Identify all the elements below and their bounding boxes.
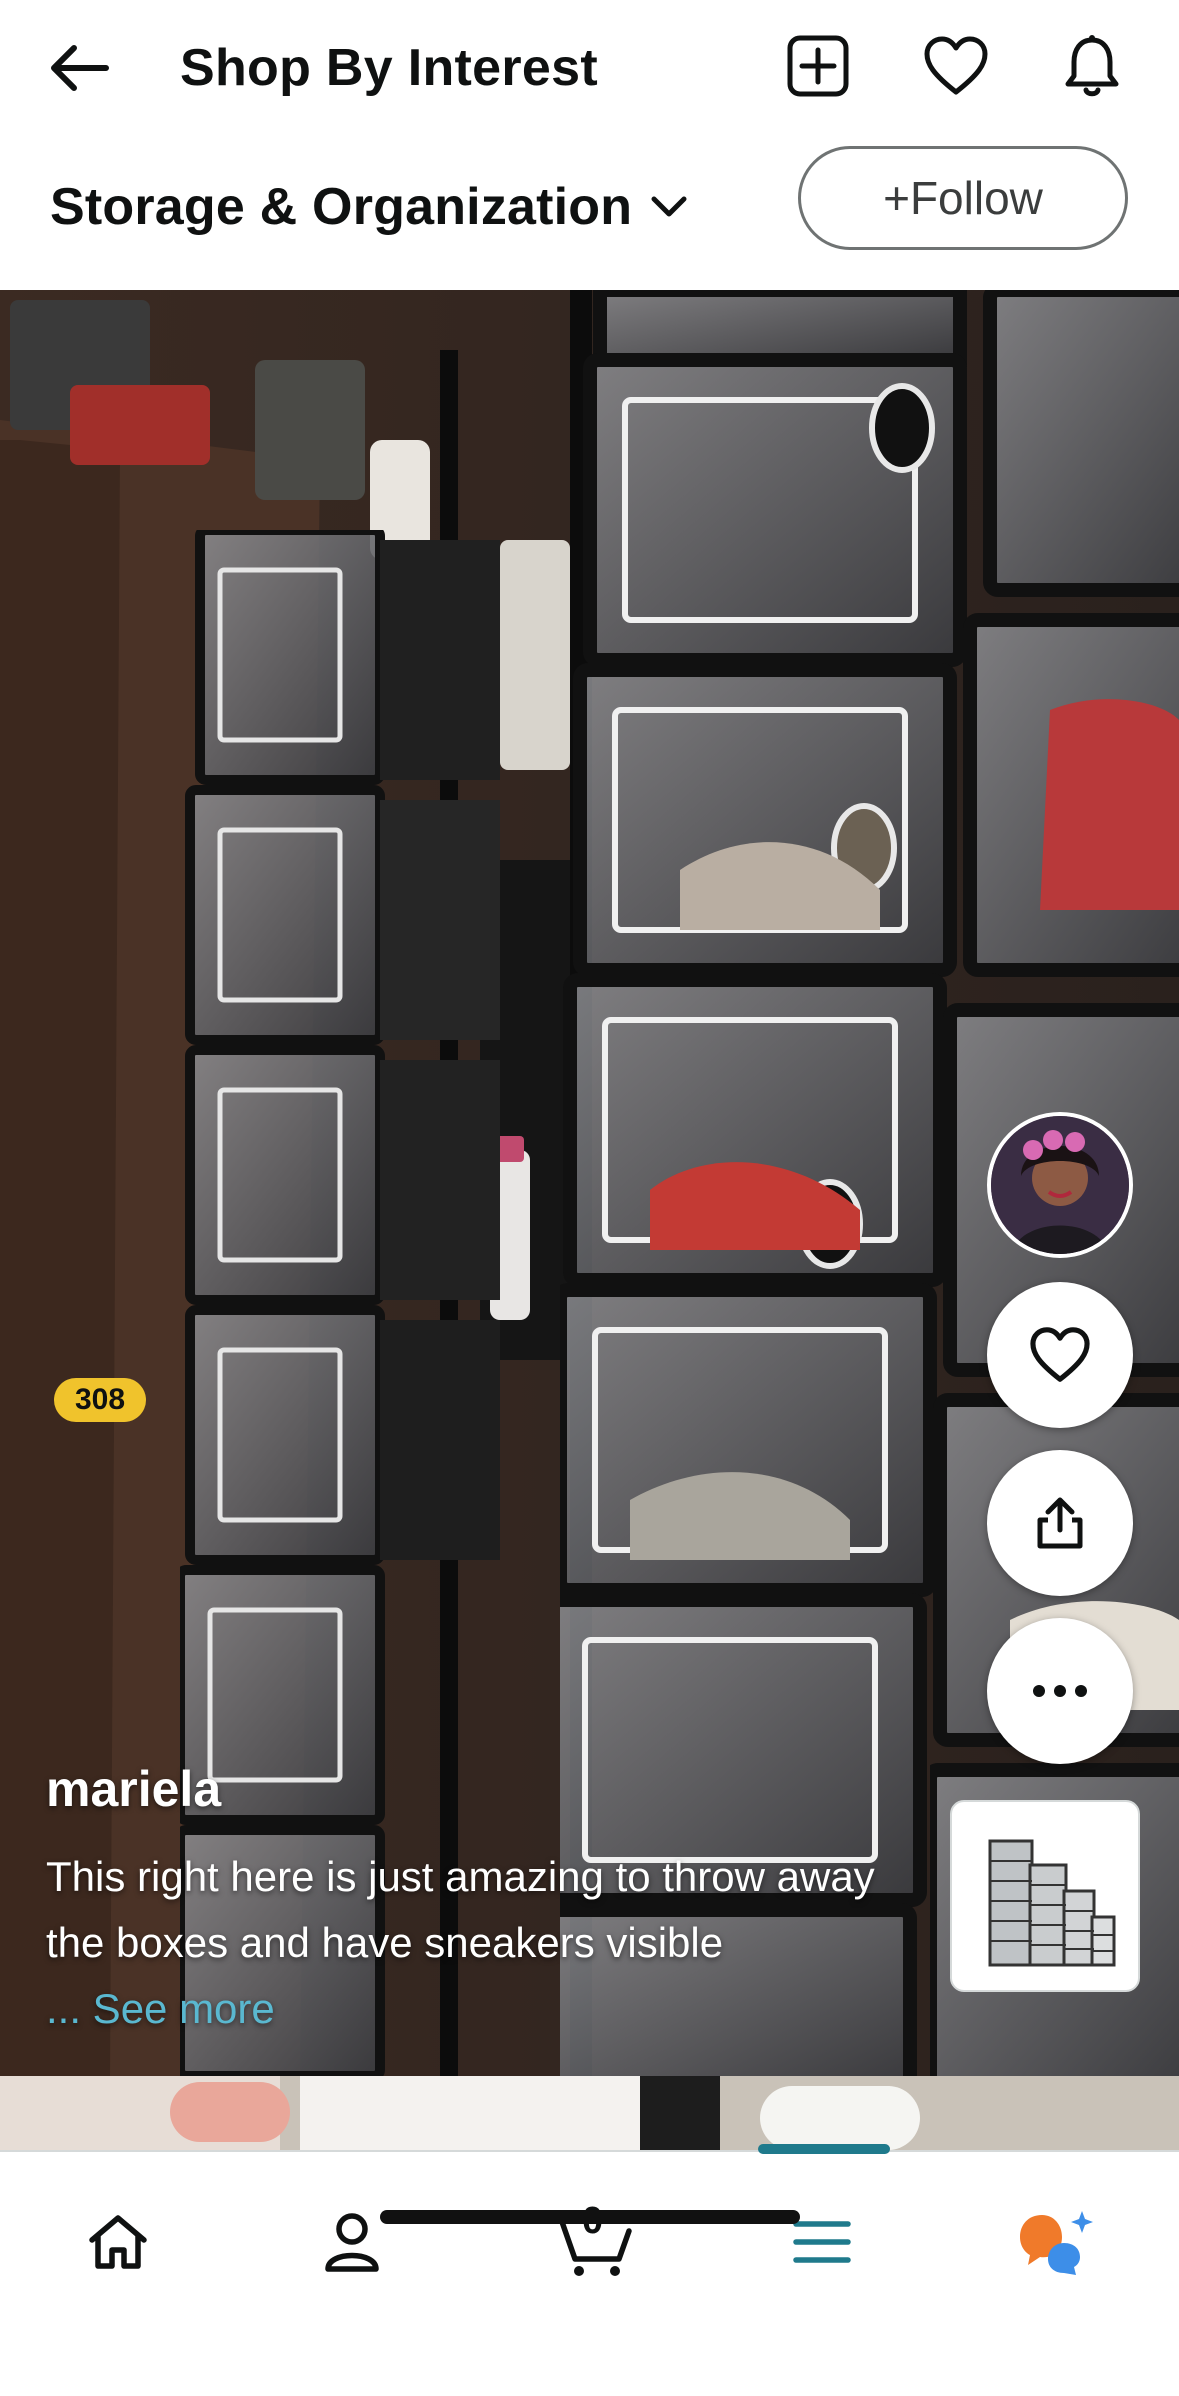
heart-icon [1030, 1327, 1090, 1382]
menu-icon [793, 2221, 851, 2263]
chevron-down-icon [651, 196, 687, 217]
person-icon [325, 2213, 379, 2272]
nav-menu[interactable] [762, 2192, 882, 2292]
active-tab-indicator [758, 2144, 890, 2154]
nav-cart[interactable]: 0 [530, 2192, 650, 2292]
interest-label: Storage & Organization [50, 178, 633, 236]
share-button[interactable] [987, 1450, 1133, 1596]
home-indicator [380, 2210, 800, 2224]
interest-dropdown[interactable]: Storage & Organization [50, 164, 688, 250]
top-bar: Shop By Interest [0, 0, 1179, 136]
nav-home[interactable] [58, 2192, 178, 2292]
add-post-button[interactable] [780, 28, 856, 104]
author-avatar[interactable] [987, 1112, 1133, 1258]
share-icon [1037, 1497, 1083, 1549]
see-more-link[interactable]: ... See more [46, 1976, 906, 2042]
post-author[interactable]: mariela [46, 1760, 906, 1818]
bottom-navigation: 0 [0, 2144, 1179, 2396]
notifications-button[interactable] [1054, 28, 1130, 104]
like-button[interactable] [987, 1282, 1133, 1428]
caption-text: This right here is just amazing to throw… [46, 1853, 875, 1966]
home-icon [89, 2215, 147, 2269]
back-arrow-icon [51, 45, 109, 91]
nav-rufus-assistant[interactable] [996, 2192, 1116, 2292]
favorites-button[interactable] [918, 28, 994, 104]
bell-icon [1065, 35, 1119, 97]
back-button[interactable] [44, 36, 114, 100]
heart-icon [924, 36, 988, 95]
shoe-rack-product-image [988, 1839, 1116, 1967]
chat-sparkle-icon [1020, 2211, 1093, 2275]
next-post-strip [0, 2076, 1179, 2150]
follow-button[interactable]: +Follow [798, 146, 1128, 250]
more-options-button[interactable] [987, 1618, 1133, 1764]
page-title: Shop By Interest [180, 39, 598, 97]
post-caption: mariela This right here is just amazing … [46, 1760, 906, 2042]
nav-account[interactable] [292, 2192, 412, 2292]
ellipsis-icon [1033, 1685, 1087, 1697]
tagged-product-thumbnail[interactable] [950, 1800, 1140, 1992]
like-count-badge: 308 [54, 1378, 146, 1422]
avatar-photo [991, 1116, 1129, 1254]
add-square-icon [787, 35, 849, 97]
interest-bar: Storage & Organization +Follow [0, 136, 1179, 290]
